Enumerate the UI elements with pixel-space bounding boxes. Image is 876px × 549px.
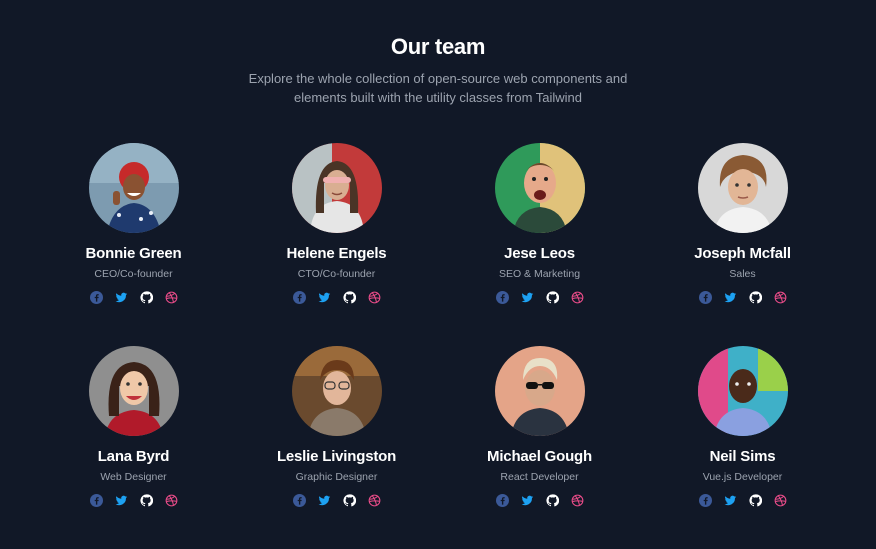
page-title: Our team [390, 34, 486, 59]
member-name: Joseph Mcfall [694, 245, 791, 262]
dribbble-icon[interactable] [165, 494, 178, 507]
team-member-card: Neil Sims Vue.js Developer [641, 346, 844, 549]
member-avatar[interactable] [291, 143, 382, 233]
dribbble-icon[interactable] [368, 291, 381, 304]
team-grid: Bonnie Green CEO/Co-founder Helene Engel… [32, 143, 844, 549]
social-links [698, 494, 787, 507]
member-role: CTO/Co-founder [297, 268, 376, 280]
facebook-icon[interactable] [89, 291, 103, 304]
twitter-icon[interactable] [318, 291, 331, 304]
member-avatar[interactable] [697, 143, 788, 233]
member-name: Leslie Livingston [276, 448, 397, 465]
member-avatar[interactable] [697, 346, 788, 436]
social-links [698, 291, 787, 304]
facebook-icon[interactable] [698, 494, 712, 507]
dribbble-icon[interactable] [571, 291, 584, 304]
member-avatar[interactable] [88, 143, 179, 233]
member-avatar[interactable] [291, 346, 382, 436]
member-name: Bonnie Green [85, 245, 182, 262]
facebook-icon[interactable] [292, 494, 306, 507]
twitter-icon[interactable] [115, 291, 128, 304]
member-role: Sales [729, 268, 756, 280]
twitter-icon[interactable] [318, 494, 331, 507]
dribbble-icon[interactable] [165, 291, 178, 304]
facebook-icon[interactable] [292, 291, 306, 304]
twitter-icon[interactable] [521, 494, 534, 507]
member-avatar[interactable] [494, 143, 585, 233]
github-icon[interactable] [748, 494, 762, 507]
member-role: CEO/Co-founder [94, 268, 173, 280]
member-role: Web Designer [100, 471, 167, 483]
member-name: Jese Leos [504, 245, 575, 262]
social-links [495, 291, 584, 304]
team-member-card: Helene Engels CTO/Co-founder [235, 143, 438, 346]
twitter-icon[interactable] [115, 494, 128, 507]
member-role: Graphic Designer [295, 471, 378, 483]
subtitle-line-1: Explore the whole collection of open-sou… [248, 71, 628, 86]
team-member-card: Jese Leos SEO & Marketing [438, 143, 641, 346]
social-links [292, 291, 381, 304]
team-member-card: Leslie Livingston Graphic Designer [235, 346, 438, 549]
dribbble-icon[interactable] [368, 494, 381, 507]
dribbble-icon[interactable] [774, 494, 787, 507]
facebook-icon[interactable] [89, 494, 103, 507]
member-name: Helene Engels [286, 245, 387, 262]
member-role: React Developer [500, 471, 579, 483]
team-member-card: Lana Byrd Web Designer [32, 346, 235, 549]
social-links [292, 494, 381, 507]
member-name: Michael Gough [487, 448, 592, 465]
member-avatar[interactable] [494, 346, 585, 436]
social-links [89, 494, 178, 507]
subtitle-line-2: elements built with the utility classes … [293, 90, 583, 105]
social-links [495, 494, 584, 507]
dribbble-icon[interactable] [774, 291, 787, 304]
member-avatar[interactable] [88, 346, 179, 436]
twitter-icon[interactable] [521, 291, 534, 304]
twitter-icon[interactable] [724, 494, 737, 507]
facebook-icon[interactable] [698, 291, 712, 304]
github-icon[interactable] [139, 291, 153, 304]
section-subtitle: Explore the whole collection of open-sou… [0, 69, 876, 107]
member-role: Vue.js Developer [702, 471, 783, 483]
github-icon[interactable] [139, 494, 153, 507]
team-member-card: Joseph Mcfall Sales [641, 143, 844, 346]
facebook-icon[interactable] [495, 291, 509, 304]
github-icon[interactable] [545, 291, 559, 304]
team-member-card: Bonnie Green CEO/Co-founder [32, 143, 235, 346]
github-icon[interactable] [545, 494, 559, 507]
member-name: Neil Sims [709, 448, 776, 465]
github-icon[interactable] [342, 291, 356, 304]
member-name: Lana Byrd [97, 448, 170, 465]
member-role: SEO & Marketing [498, 268, 581, 280]
team-section: Our team Explore the whole collection of… [0, 0, 876, 546]
team-member-card: Michael Gough React Developer [438, 346, 641, 549]
facebook-icon[interactable] [495, 494, 509, 507]
github-icon[interactable] [748, 291, 762, 304]
twitter-icon[interactable] [724, 291, 737, 304]
dribbble-icon[interactable] [571, 494, 584, 507]
github-icon[interactable] [342, 494, 356, 507]
social-links [89, 291, 178, 304]
